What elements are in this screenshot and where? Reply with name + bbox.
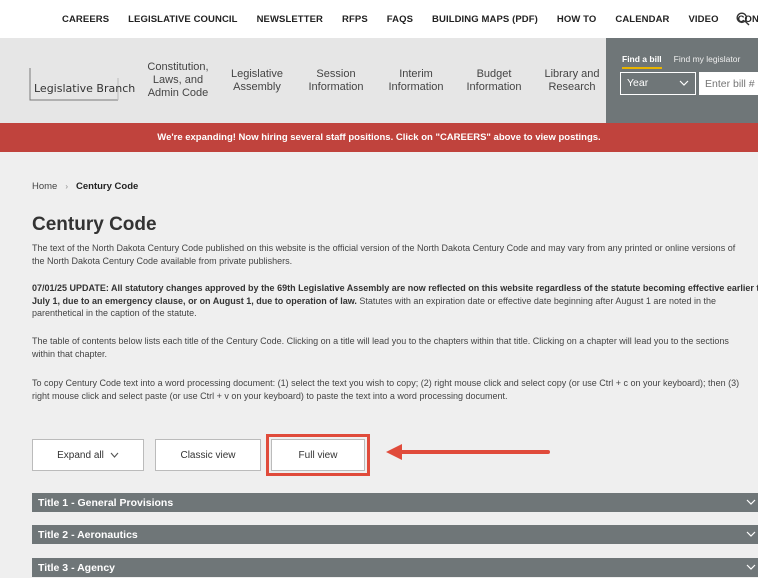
chevron-down-icon (746, 531, 756, 537)
main-nav-session-info[interactable]: Session Information (300, 38, 372, 123)
nav-link-faqs[interactable]: FAQS (387, 14, 413, 25)
classic-view-button[interactable]: Classic view (155, 439, 261, 471)
breadcrumb-separator-icon: › (65, 182, 69, 191)
bill-number-input[interactable] (699, 72, 758, 95)
breadcrumb-current: Century Code (76, 181, 139, 192)
title-row-2[interactable]: Title 2 - Aeronautics (32, 525, 758, 544)
update-line-2-bold: July 1, due to an emergency clause, or o… (32, 295, 357, 306)
chevron-down-icon (679, 80, 689, 86)
tab-find-my-legislator[interactable]: Find my legislator (674, 54, 741, 69)
nav-link-calendar[interactable]: CALENDAR (615, 14, 669, 25)
update-line-2-rest: Statutes with an expiration date or effe… (356, 295, 716, 306)
hiring-alert-banner: We're expanding! Now hiring several staf… (0, 123, 758, 152)
update-line-2: July 1, due to an emergency clause, or o… (32, 295, 758, 308)
alert-text: We're expanding! Now hiring several staf… (157, 132, 601, 143)
nav-link-careers[interactable]: CAREERS (62, 14, 109, 25)
top-nav: CAREERS LEGISLATIVE COUNCIL NEWSLETTER R… (0, 0, 758, 38)
nav-link-newsletter[interactable]: NEWSLETTER (257, 14, 323, 25)
site-logo[interactable]: Legislative Branch (26, 56, 135, 102)
intro-line-1: The text of the North Dakota Century Cod… (32, 243, 736, 253)
copy-paragraph: To copy Century Code text into a word pr… (32, 377, 758, 402)
nav-link-video[interactable]: VIDEO (689, 14, 719, 25)
title-row-3[interactable]: Title 3 - Agency (32, 558, 758, 577)
nav-link-building-maps[interactable]: BUILDING MAPS (PDF) (432, 14, 538, 25)
toc-line-1: The table of contents below lists each t… (32, 336, 729, 346)
logo-text: Legislative Branch (34, 82, 136, 95)
nav-link-how-to[interactable]: HOW TO (557, 14, 596, 25)
title-row-1[interactable]: Title 1 - General Provisions (32, 493, 758, 512)
chevron-down-icon (746, 564, 756, 570)
title-row-2-label: Title 2 - Aeronautics (38, 528, 138, 541)
copy-line-2: right mouse click and select paste (or u… (32, 390, 508, 401)
nav-link-rfps[interactable]: RFPS (342, 14, 368, 25)
bill-finder-panel: Find a bill Find my legislator Year (606, 38, 758, 123)
main-nav-legislative-assembly[interactable]: Legislative Assembly (224, 38, 290, 123)
main-nav-budget-info[interactable]: Budget Information (458, 38, 530, 123)
site-header: Legislative Branch Constitution, Laws, a… (0, 38, 758, 123)
chevron-down-icon (110, 452, 119, 458)
classic-view-label: Classic view (180, 449, 236, 461)
pointer-arrow-icon (386, 444, 550, 460)
intro-paragraph: The text of the North Dakota Century Cod… (32, 242, 758, 267)
page-title: Century Code (32, 214, 157, 235)
update-paragraph: 07/01/25 UPDATE: All statutory changes a… (32, 282, 758, 320)
nav-link-legislative-council[interactable]: LEGISLATIVE COUNCIL (128, 14, 237, 25)
year-select[interactable]: Year (620, 72, 696, 95)
search-icon[interactable] (736, 12, 750, 26)
capitol-logo-icon (29, 68, 119, 101)
update-line-1: 07/01/25 UPDATE: All statutory changes a… (32, 283, 758, 293)
toc-paragraph: The table of contents below lists each t… (32, 335, 758, 360)
main-content: Home › Century Code Century Code The tex… (0, 152, 758, 578)
title-row-1-label: Title 1 - General Provisions (38, 496, 174, 509)
year-select-value: Year (627, 77, 649, 89)
copy-line-1: To copy Century Code text into a word pr… (32, 378, 740, 388)
expand-all-label: Expand all (57, 449, 104, 461)
toc-line-2: within that chapter. (32, 348, 108, 359)
full-view-highlight (266, 434, 370, 476)
title-row-3-label: Title 3 - Agency (38, 561, 116, 574)
breadcrumb-home[interactable]: Home (32, 181, 57, 192)
intro-line-2: the North Dakota Century Code available … (32, 255, 293, 266)
main-nav-constitution[interactable]: Constitution, Laws, and Admin Code (140, 38, 216, 123)
main-nav-library-research[interactable]: Library and Research (536, 38, 608, 123)
main-nav-interim-info[interactable]: Interim Information (380, 38, 452, 123)
breadcrumb: Home › Century Code (32, 181, 138, 192)
expand-all-button[interactable]: Expand all (32, 439, 144, 471)
update-line-3: parenthetical in the caption of the stat… (32, 308, 197, 318)
tab-find-a-bill[interactable]: Find a bill (622, 54, 662, 69)
chevron-down-icon (746, 499, 756, 505)
